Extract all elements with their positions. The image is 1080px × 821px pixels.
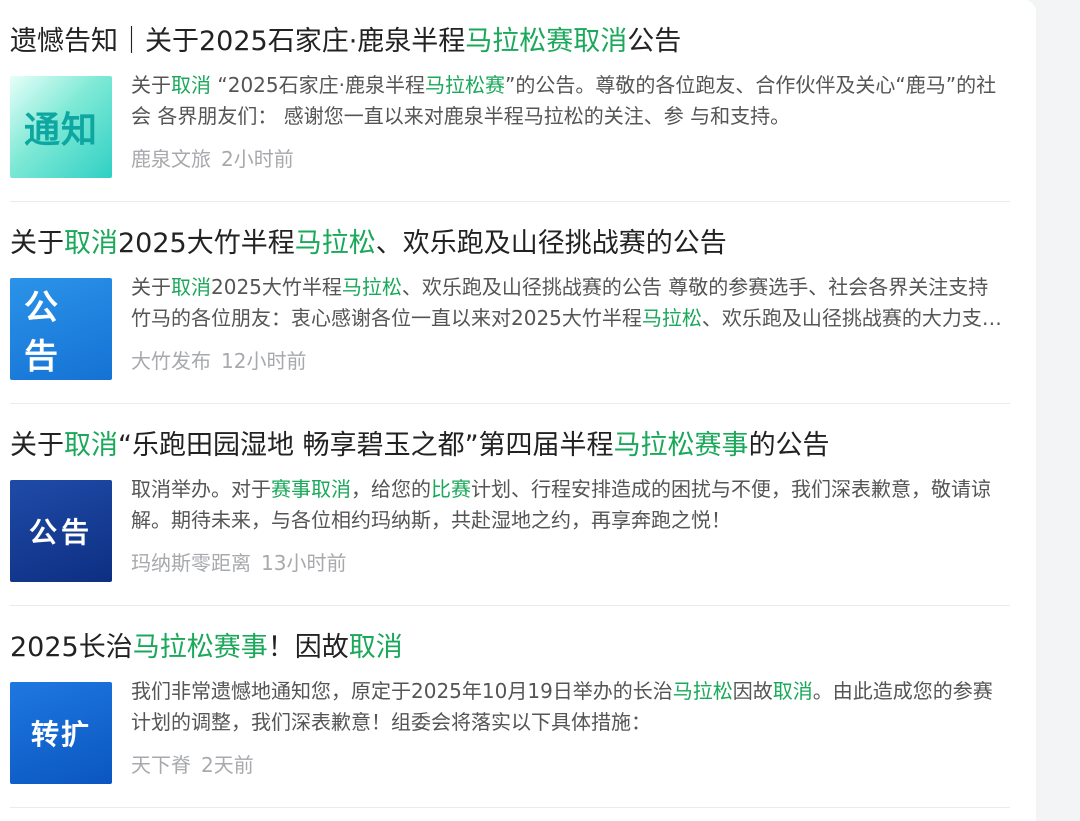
text-segment: 、欢乐跑及山径挑战赛的公告: [375, 228, 727, 259]
result-thumbnail[interactable]: 通知: [10, 76, 112, 178]
text-segment: 关于: [10, 228, 64, 259]
result-meta: 玛纳斯零距离 13小时前: [131, 548, 346, 578]
text-segment: 关于: [131, 73, 171, 97]
result-time: 2小时前: [221, 147, 294, 171]
text-segment: 我们非常遗憾地通知您，原定于2025年10月19日举办的长治: [131, 679, 673, 703]
thumbnail-text: 公告: [28, 516, 93, 549]
result-time: 13小时前: [261, 551, 347, 575]
highlighted-keyword: 赛事取消: [271, 477, 351, 501]
news-result-list: 遗憾告知｜关于2025石家庄·鹿泉半程马拉松赛取消公告 通知 关于取消 “202…: [10, 0, 1010, 808]
result-title-link[interactable]: 2025长治马拉松赛事！因故取消: [10, 628, 403, 668]
highlighted-keyword: 马拉松赛事: [132, 632, 268, 663]
result-snippet: 关于取消2025大竹半程马拉松、欢乐跑及山径挑战赛的公告 尊敬的参赛选手、社会各…: [131, 272, 1006, 334]
news-result-item: 关于取消2025大竹半程马拉松、欢乐跑及山径挑战赛的公告 公告 关于取消2025…: [10, 202, 1010, 404]
news-result-item: 2025长治马拉松赛事！因故取消 转扩 我们非常遗憾地通知您，原定于2025年1…: [10, 606, 1010, 808]
result-source[interactable]: 大竹发布: [131, 349, 211, 373]
highlighted-keyword: 马拉松: [672, 679, 733, 703]
text-segment: “乐跑田园湿地 畅享碧玉之都”第四届半程: [118, 430, 614, 461]
search-results-panel: 遗憾告知｜关于2025石家庄·鹿泉半程马拉松赛取消公告 通知 关于取消 “202…: [0, 0, 1036, 821]
text-segment: ，给您的: [351, 477, 431, 501]
result-title-link[interactable]: 关于取消“乐跑田园湿地 畅享碧玉之都”第四届半程马拉松赛事的公告: [10, 426, 830, 466]
text-segment: “2025石家庄·鹿泉半程: [211, 73, 425, 97]
highlighted-keyword: 取消: [772, 679, 813, 703]
thumbnail-text: 转扩: [30, 718, 91, 751]
highlighted-keyword: 马拉松: [341, 275, 402, 299]
text-segment: 关于: [131, 275, 171, 299]
highlighted-keyword: 马拉松赛事: [613, 430, 749, 461]
result-snippet: 我们非常遗憾地通知您，原定于2025年10月19日举办的长治马拉松因故取消。由此…: [131, 676, 1006, 738]
highlighted-keyword: 取消: [64, 430, 118, 461]
highlighted-keyword: 取消: [171, 275, 211, 299]
highlighted-keyword: 马拉松赛: [424, 73, 505, 97]
result-title-link[interactable]: 遗憾告知｜关于2025石家庄·鹿泉半程马拉松赛取消公告: [10, 22, 681, 62]
result-snippet: 取消举办。对于赛事取消，给您的比赛计划、行程安排造成的困扰与不便，我们深表歉意，…: [131, 474, 1006, 536]
result-thumbnail[interactable]: 转扩: [10, 682, 112, 784]
highlighted-keyword: 马拉松赛取消: [465, 26, 628, 57]
result-thumbnail[interactable]: 公告: [10, 480, 112, 582]
result-meta: 天下脊 2天前: [131, 750, 254, 780]
result-source[interactable]: 玛纳斯零距离: [131, 551, 251, 575]
text-segment: 因故: [732, 679, 773, 703]
result-source[interactable]: 天下脊: [131, 753, 191, 777]
result-time: 12小时前: [221, 349, 307, 373]
highlighted-keyword: 马拉松: [641, 306, 702, 330]
text-segment: 遗憾告知｜关于2025石家庄·鹿泉半程: [10, 26, 466, 57]
result-snippet: 关于取消 “2025石家庄·鹿泉半程马拉松赛”的公告。尊敬的各位跑友、合作伙伴及…: [131, 70, 1006, 132]
text-segment: 取消举办。对于: [131, 477, 271, 501]
result-source[interactable]: 鹿泉文旅: [131, 147, 211, 171]
text-segment: 2025大竹半程: [211, 275, 342, 299]
highlighted-keyword: 取消: [348, 632, 403, 663]
news-result-item: 关于取消“乐跑田园湿地 畅享碧玉之都”第四届半程马拉松赛事的公告 公告 取消举办…: [10, 404, 1010, 606]
text-segment: 的公告: [748, 430, 830, 461]
text-segment: 2025大竹半程: [118, 228, 295, 259]
text-segment: ！因故: [267, 632, 349, 663]
result-time: 2天前: [201, 753, 254, 777]
highlighted-keyword: 比赛: [431, 477, 471, 501]
result-meta: 鹿泉文旅 2小时前: [131, 144, 294, 174]
result-thumbnail[interactable]: 公告: [10, 278, 112, 380]
text-segment: 2025长治: [10, 632, 133, 663]
result-meta: 大竹发布 12小时前: [131, 346, 306, 376]
thumbnail-text: 通知: [23, 110, 98, 151]
highlighted-keyword: 马拉松: [294, 228, 376, 259]
highlighted-keyword: 取消: [171, 73, 211, 97]
text-segment: 关于: [10, 430, 64, 461]
news-result-item: 遗憾告知｜关于2025石家庄·鹿泉半程马拉松赛取消公告 通知 关于取消 “202…: [10, 0, 1010, 202]
highlighted-keyword: 取消: [64, 228, 118, 259]
result-title-link[interactable]: 关于取消2025大竹半程马拉松、欢乐跑及山径挑战赛的公告: [10, 224, 727, 264]
text-segment: 公告: [627, 26, 682, 57]
thumbnail-text: 公告: [24, 288, 76, 377]
